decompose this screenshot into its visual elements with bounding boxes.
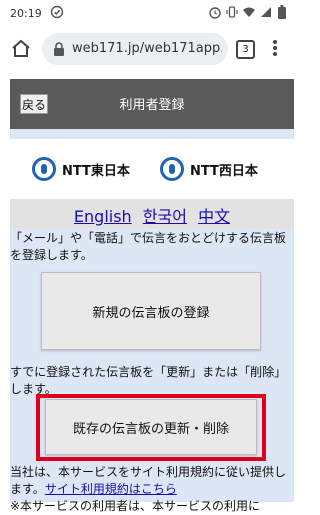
lang-english-link[interactable]: English xyxy=(74,207,132,226)
vibrate-icon xyxy=(226,6,238,18)
language-selector: English 한국어 中文 xyxy=(10,199,294,229)
ntt-west-logo: NTT西日本 xyxy=(160,155,260,185)
terms-link[interactable]: サイト利用規約はこちら xyxy=(45,482,177,496)
url-text: web171.jp/web171app. xyxy=(72,41,222,56)
lang-korean-link[interactable]: 한국어 xyxy=(143,203,187,227)
status-time: 20:19 xyxy=(10,7,42,20)
update-delete-board-button[interactable]: 既存の伝言板の更新・削除 xyxy=(45,399,257,455)
main-content: NTT東日本 NTT西日本 English 한국어 中文 「メール」や「電話」で… xyxy=(10,129,294,513)
status-bar: 20:19 xyxy=(0,0,302,26)
home-icon[interactable] xyxy=(8,36,34,62)
check-circle-icon xyxy=(50,5,64,19)
web-page: 戻る 利用者登録 NTT東日本 NTT西日本 English 한국어 中文 「メ… xyxy=(0,72,302,513)
lang-chinese-link[interactable]: 中文 xyxy=(198,203,230,227)
logo-panel: NTT東日本 NTT西日本 xyxy=(10,139,294,199)
ntt-logo-mark-icon xyxy=(32,157,56,181)
ntt-east-logo: NTT東日本 xyxy=(32,155,132,185)
address-bar[interactable]: web171.jp/web171app. xyxy=(42,33,228,65)
page-title: 利用者登録 xyxy=(119,98,185,113)
battery-icon xyxy=(278,5,286,19)
wifi-icon xyxy=(243,7,255,17)
register-description: 「メール」や「電話」で伝言をおとどけする伝言板を登録します。 xyxy=(10,231,287,262)
ntt-logo-mark-icon xyxy=(160,157,184,181)
page-header: 戻る 利用者登録 xyxy=(10,79,294,129)
existing-description: すでに登録された伝言板を「更新」または「削除」します。 xyxy=(10,365,287,396)
ntt-west-label: NTT西日本 xyxy=(190,164,258,179)
terms-text: 当社は、本サービスをサイト利用規約に従い提供します。サイト利用規約はこちら ※本… xyxy=(10,464,294,515)
ntt-east-label: NTT東日本 xyxy=(62,164,130,179)
alarm-icon xyxy=(209,7,221,19)
terms-note: ※本サービスの利用者は、本サービスの利用に xyxy=(10,499,261,513)
tab-switcher-button[interactable]: 3 xyxy=(236,40,255,59)
register-new-board-button[interactable]: 新規の伝言板の登録 xyxy=(41,272,261,350)
overflow-menu-icon[interactable] xyxy=(270,38,280,60)
lock-icon xyxy=(54,42,64,56)
browser-toolbar: web171.jp/web171app. 3 xyxy=(0,26,302,73)
signal-icon xyxy=(261,7,271,17)
